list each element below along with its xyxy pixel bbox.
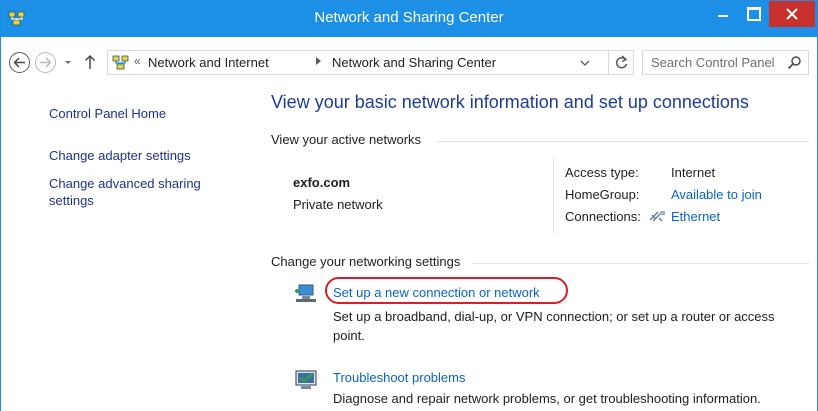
search-placeholder[interactable]: Search Control Panel	[651, 55, 775, 70]
back-button[interactable]	[9, 52, 30, 73]
sidebar-item-control-panel-home[interactable]: Control Panel Home	[49, 105, 166, 122]
setup-new-connection-link[interactable]: Set up a new connection or network	[333, 285, 540, 300]
minimize-button[interactable]	[709, 1, 737, 27]
refresh-icon	[615, 55, 628, 69]
troubleshoot-problems-description: Diagnose and repair network problems, or…	[333, 391, 761, 406]
ethernet-link[interactable]: Ethernet	[671, 209, 720, 224]
address-bar[interactable]: « Network and Internet Network and Shari…	[107, 50, 609, 75]
section-divider	[437, 141, 809, 142]
network-folder-icon	[112, 55, 129, 70]
address-dropdown-chevron-icon[interactable]	[580, 59, 590, 67]
networking-settings-label: Change your networking settings	[271, 254, 461, 269]
troubleshoot-problems-link[interactable]: Troubleshoot problems	[333, 370, 465, 385]
breadcrumb-network-and-internet[interactable]: Network and Internet	[148, 55, 269, 70]
homegroup-link[interactable]: Available to join	[671, 187, 762, 202]
forward-button[interactable]	[35, 52, 56, 73]
left-pane: Control Panel Home Change adapter settin…	[1, 85, 251, 411]
maximize-button[interactable]	[739, 1, 767, 27]
network-divider	[553, 157, 554, 233]
search-icon[interactable]	[787, 55, 802, 70]
close-icon	[786, 8, 798, 20]
active-networks-label: View your active networks	[271, 132, 422, 147]
page-title: View your basic network information and …	[271, 92, 749, 112]
access-type-label: Access type:	[565, 165, 639, 180]
connections-label: Connections:	[565, 209, 641, 224]
network-name: exfo.com	[293, 175, 351, 190]
title-bar[interactable]: Network and Sharing Center	[1, 1, 817, 37]
up-arrow-icon[interactable]	[83, 53, 97, 71]
refresh-button[interactable]	[609, 50, 634, 75]
address-overflow-chevron[interactable]: «	[134, 54, 141, 68]
troubleshoot-icon[interactable]	[293, 368, 319, 392]
new-connection-icon[interactable]	[293, 282, 319, 306]
recent-locations-chevron-icon[interactable]	[61, 55, 75, 69]
setup-new-connection-description: Set up a broadband, dial-up, or VPN conn…	[333, 309, 775, 343]
close-button[interactable]	[769, 1, 815, 27]
sidebar-item-change-adapter-settings[interactable]: Change adapter settings	[49, 147, 191, 164]
window: Network and Sharing Center « Network and…	[0, 0, 818, 411]
homegroup-label: HomeGroup:	[565, 187, 640, 202]
sidebar-item-change-advanced-sharing-settings[interactable]: Change advanced sharing settings	[49, 175, 229, 209]
back-arrow-icon	[13, 57, 25, 68]
search-box[interactable]: Search Control Panel	[642, 50, 809, 75]
ethernet-icon[interactable]	[649, 209, 667, 223]
navigation-bar: « Network and Internet Network and Shari…	[1, 37, 817, 85]
access-type-value: Internet	[671, 165, 716, 180]
forward-arrow-icon	[40, 57, 52, 68]
breadcrumb-separator-icon[interactable]	[316, 57, 321, 65]
breadcrumb-network-and-sharing-center[interactable]: Network and Sharing Center	[332, 55, 496, 70]
network-type[interactable]: Private network	[293, 197, 383, 212]
main-content: View your basic network information and …	[251, 85, 817, 411]
section-divider	[473, 263, 809, 264]
window-title: Network and Sharing Center	[314, 9, 504, 26]
